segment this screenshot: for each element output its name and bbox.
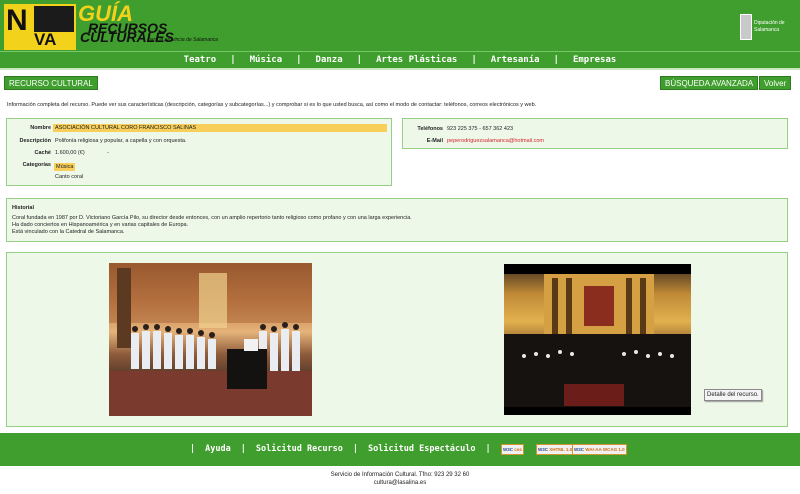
badge-left-text: W3C: [503, 447, 513, 452]
telefonos-label: Teléfonos: [417, 126, 443, 132]
nav-item-teatro[interactable]: Teatro: [170, 55, 231, 65]
nav-item-empresas[interactable]: Empresas: [559, 55, 630, 65]
descripcion-label: Descripción: [19, 138, 51, 144]
choir-photo-2[interactable]: [504, 264, 691, 415]
logo-letter-n: N: [6, 4, 28, 37]
choir-photo-1[interactable]: [109, 263, 312, 416]
contact-panel: Teléfonos 923 225 375 - 657 362 423 E-Ma…: [402, 118, 788, 149]
header: N VA GUÍA RECURSOS CULTURALES para la pr…: [0, 0, 800, 51]
badge-right-text: css: [514, 447, 522, 452]
footer-email[interactable]: cultura@lasalina.es: [0, 479, 800, 487]
recurso-cultural-button[interactable]: RECURSO CULTURAL: [4, 76, 98, 90]
nav-item-artesania[interactable]: Artesanía: [477, 55, 554, 65]
badge-left-text: W3C: [574, 447, 584, 452]
nombre-label: Nombre: [30, 125, 51, 131]
nav-item-danza[interactable]: Danza: [302, 55, 357, 65]
nav-item-musica[interactable]: Música: [236, 55, 297, 65]
footer-links: | Ayuda | Solicitud Recurso | Solicitud …: [190, 444, 491, 454]
email-label: E-Mail: [426, 138, 443, 144]
logo-dark-block: [34, 6, 74, 32]
footer-link-solicitud-recurso[interactable]: Solicitud Recurso: [246, 444, 353, 454]
categoria-badge: Música: [54, 163, 76, 171]
resource-panel: Nombre ASOCIACIÓN CULTURAL CORO FRANCISC…: [6, 118, 392, 186]
choir-photo-2-art: [504, 264, 691, 415]
busqueda-avanzada-button[interactable]: BÚSQUEDA AVANZADA: [660, 76, 759, 90]
subcategoria-value: Canto coral: [55, 174, 84, 180]
historial-line: Ha dado conciertos en Hispanoamérica y e…: [12, 222, 189, 228]
cache-value: 1.600,00 (€): [55, 150, 85, 156]
footer-link-solicitud-espectaculo[interactable]: Solicitud Espectáculo: [358, 444, 485, 454]
w3c-css-badge[interactable]: W3C css: [501, 444, 524, 455]
intro-text: Información completa del recurso. Puede …: [7, 102, 537, 108]
w3c-xhtml-badge[interactable]: W3C XHTML 1.0: [536, 444, 575, 455]
cache-label: Caché: [34, 150, 51, 156]
nav-item-artes-plasticas[interactable]: Artes Plásticas: [362, 55, 471, 65]
logo-letters-va: VA: [34, 30, 57, 49]
shield-icon: [740, 14, 752, 40]
footer-separator: |: [485, 444, 491, 454]
historial-line: Coral fundada en 1987 por D. Victoriano …: [12, 215, 412, 221]
historial-title: Historial: [12, 205, 35, 211]
badge-right-text: XHTML 1.0: [549, 447, 573, 452]
nombre-value: ASOCIACIÓN CULTURAL CORO FRANCISCO SALIN…: [53, 124, 387, 132]
categorias-label: Categorías: [22, 162, 51, 168]
diputacion-logo[interactable]: Diputación de Salamanca: [740, 14, 786, 40]
descripcion-value: Polifonía religiosa y popular, a capella…: [55, 138, 187, 144]
historial-panel: Historial Coral fundada en 1987 por D. V…: [6, 198, 788, 242]
cache-dash: -: [107, 150, 109, 156]
footer-info: Servicio de Información Cultural. Tfno: …: [0, 471, 800, 487]
footer-bar: | Ayuda | Solicitud Recurso | Solicitud …: [0, 433, 800, 466]
site-logo[interactable]: N VA: [4, 4, 76, 50]
logo-tagline: para la provincia de Salamanca: [148, 37, 219, 43]
telefonos-value: 923 225 375 - 657 362 423: [447, 126, 514, 132]
main-nav: Teatro | Música | Danza | Artes Plástica…: [0, 51, 800, 70]
choir-photo-1-art: [109, 263, 312, 416]
w3c-wai-badge[interactable]: W3C WAI-AA WCAG 1.0: [572, 444, 627, 455]
badge-right-text: WAI-AA WCAG 1.0: [585, 447, 625, 452]
badge-left-text: W3C: [538, 447, 548, 452]
email-link[interactable]: peperodriguezsalamanca@hotmail.com: [447, 137, 544, 145]
diputacion-text: Diputación de Salamanca: [754, 20, 785, 33]
footer-servicio: Servicio de Información Cultural. Tfno: …: [330, 472, 470, 478]
historial-line: Está vinculado con la Catedral de Salama…: [12, 229, 125, 235]
footer-link-ayuda[interactable]: Ayuda: [195, 444, 241, 454]
detalle-tooltip: Detalle del recurso.: [704, 389, 762, 401]
volver-button[interactable]: Volver: [759, 76, 792, 90]
